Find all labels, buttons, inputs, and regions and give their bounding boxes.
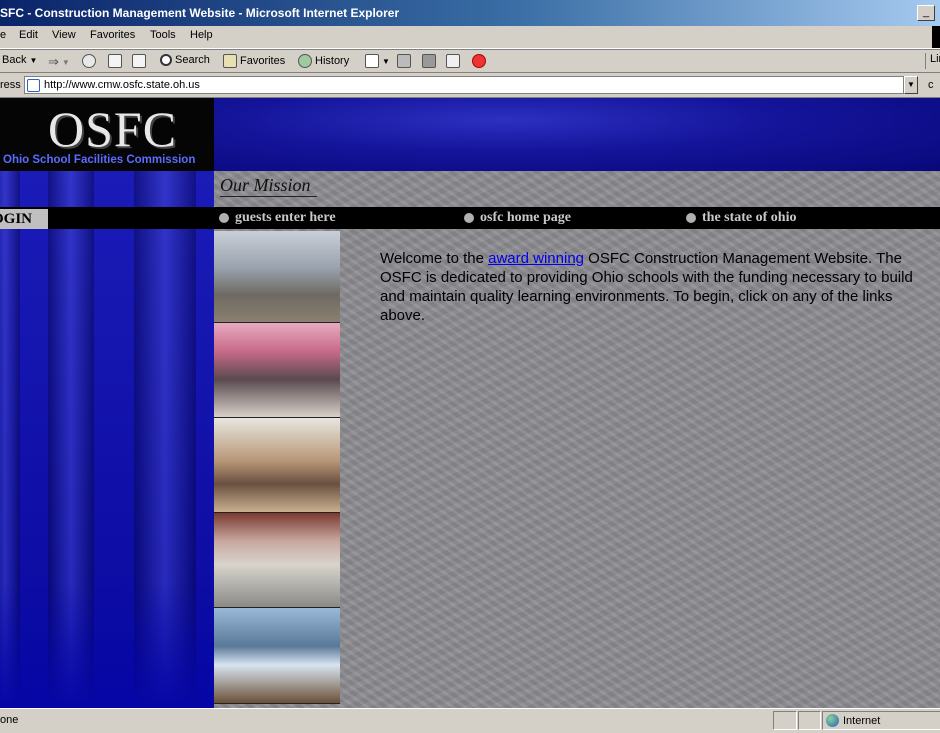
minimize-button[interactable]: _ <box>917 5 935 21</box>
globe-icon <box>826 714 839 727</box>
menu-file[interactable]: e <box>0 29 6 41</box>
mail-icon <box>365 54 379 68</box>
security-zone: Internet <box>822 711 940 730</box>
guests-enter-label: guests enter here <box>235 210 336 225</box>
print-icon <box>397 54 411 68</box>
osfc-home-label: osfc home page <box>480 210 571 225</box>
state-of-ohio-label: the state of ohio <box>702 210 797 225</box>
bullet-icon <box>219 213 229 223</box>
address-dropdown-button[interactable]: ▼ <box>904 76 918 94</box>
ie-throbber-icon <box>932 26 940 48</box>
menu-edit[interactable]: Edit <box>19 29 38 41</box>
mail-button[interactable]: ▼ <box>365 54 390 68</box>
school-photo-strip <box>214 231 340 704</box>
search-label: Search <box>175 54 210 66</box>
state-of-ohio-link[interactable]: the state of ohio <box>686 208 797 228</box>
home-icon <box>132 54 146 68</box>
chevron-down-icon: ▼ <box>382 56 390 66</box>
photo-library <box>214 418 340 513</box>
discuss-button[interactable] <box>446 54 460 68</box>
status-panel <box>798 711 821 730</box>
history-label: History <box>315 55 350 67</box>
edit-icon <box>422 54 436 68</box>
discuss-icon <box>446 54 460 68</box>
refresh-icon <box>108 54 122 68</box>
menu-help[interactable]: Help <box>190 29 213 41</box>
back-button[interactable]: Back ▼ <box>2 54 37 66</box>
banner-logo-area: OSFC Ohio School Facilities Commission <box>0 98 214 171</box>
chevron-down-icon: ▼ <box>29 55 38 65</box>
welcome-text: Welcome to the award winning OSFC Constr… <box>380 249 920 325</box>
window-title: SFC - Construction Management Website - … <box>0 6 400 20</box>
address-bar: ress http://www.cmw.osfc.state.oh.us ▼ c <box>0 73 940 98</box>
page-icon <box>27 78 40 92</box>
address-url: http://www.cmw.osfc.state.oh.us <box>44 79 200 91</box>
forward-arrow-icon: ⇒ <box>48 54 59 69</box>
home-button[interactable] <box>132 54 146 68</box>
photo-cafeteria <box>214 513 340 608</box>
welcome-text-start: Welcome to the <box>380 250 489 267</box>
messenger-button[interactable] <box>472 54 486 68</box>
history-icon <box>298 54 312 68</box>
osfc-logo-subtitle: Ohio School Facilities Commission <box>3 154 196 166</box>
osfc-home-link[interactable]: osfc home page <box>464 208 571 228</box>
address-label: ress <box>0 79 21 91</box>
history-button[interactable]: History <box>298 54 349 68</box>
menu-bar: e Edit View Favorites Tools Help <box>0 26 940 49</box>
status-panel <box>773 711 797 730</box>
menu-view[interactable]: View <box>52 29 76 41</box>
stop-button[interactable] <box>82 54 96 68</box>
address-input[interactable]: http://www.cmw.osfc.state.oh.us <box>24 76 904 94</box>
photo-skylight <box>214 608 340 704</box>
bullet-icon <box>686 213 696 223</box>
go-button[interactable]: c <box>928 79 934 91</box>
messenger-icon <box>472 54 486 68</box>
our-mission-heading[interactable]: Our Mission <box>220 174 317 197</box>
favorites-button[interactable]: Favorites <box>223 54 285 68</box>
web-page: OSFC Ohio School Facilities Commission O… <box>0 98 940 708</box>
menu-tools[interactable]: Tools <box>150 29 176 41</box>
photo-students <box>214 323 340 418</box>
forward-button[interactable]: ⇒ ▼ <box>48 54 70 70</box>
back-label: Back <box>2 54 27 66</box>
osfc-logo[interactable]: OSFC <box>48 102 177 156</box>
login-label: OGIN <box>0 211 33 227</box>
status-bar: one Internet <box>0 708 940 733</box>
column-fade <box>0 581 214 708</box>
refresh-button[interactable] <box>108 54 122 68</box>
links-toolbar[interactable]: Lir <box>925 53 940 69</box>
search-icon <box>160 54 172 66</box>
zone-label: Internet <box>843 714 881 727</box>
title-bar: SFC - Construction Management Website - … <box>0 0 940 26</box>
award-winning-link[interactable]: award winning <box>488 250 584 267</box>
standard-toolbar: Back ▼ ⇒ ▼ Search Favorites History ▼ Li <box>0 49 940 73</box>
photo-classroom <box>214 231 340 323</box>
favorites-icon <box>223 54 237 68</box>
favorites-label: Favorites <box>240 55 286 67</box>
chevron-down-icon: ▼ <box>61 57 70 67</box>
status-text: one <box>0 714 19 726</box>
print-button[interactable] <box>397 54 411 68</box>
menu-favorites[interactable]: Favorites <box>90 29 135 41</box>
bullet-icon <box>464 213 474 223</box>
login-button[interactable]: OGIN <box>0 209 48 229</box>
guests-enter-link[interactable]: guests enter here <box>219 208 336 228</box>
stop-icon <box>82 54 96 68</box>
left-column-image <box>0 171 214 708</box>
search-button[interactable]: Search <box>160 54 210 66</box>
banner-blue-area <box>214 98 940 171</box>
edit-button[interactable] <box>422 54 436 68</box>
